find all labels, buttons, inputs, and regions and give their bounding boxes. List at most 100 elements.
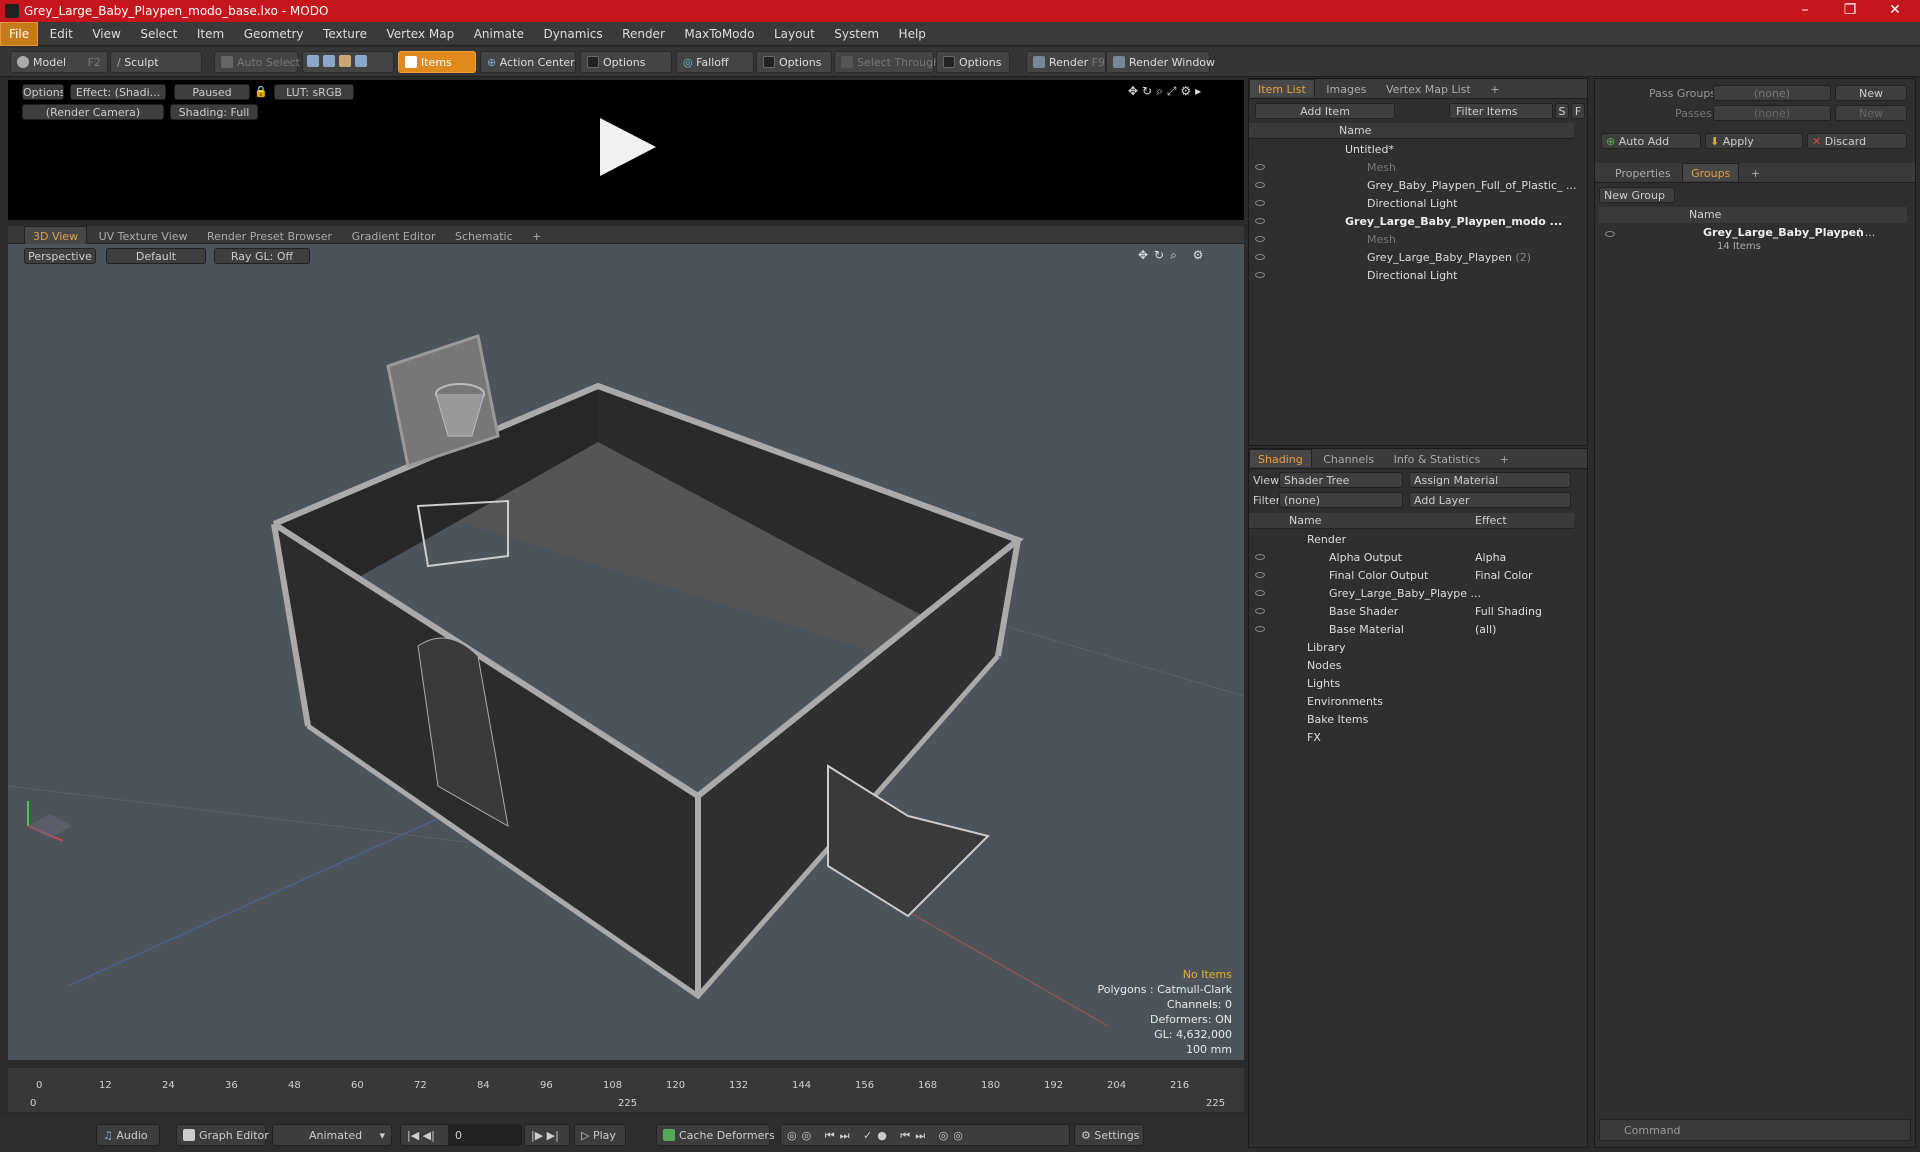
render-button[interactable]: Render F9	[1026, 51, 1106, 73]
eye-icon[interactable]	[1255, 236, 1265, 242]
shader-effect-value[interactable]: (all)	[1475, 623, 1496, 636]
add-tab-icon[interactable]: +	[1492, 450, 1517, 468]
tab-info-statistics[interactable]: Info & Statistics	[1386, 450, 1489, 468]
shader-effect-value[interactable]: Alpha	[1475, 551, 1506, 564]
eye-icon[interactable]	[1255, 254, 1265, 260]
item-list-row[interactable]: Directional Light	[1249, 195, 1574, 213]
item-list-row[interactable]: Grey_Large_Baby_Playpen (2)	[1249, 249, 1574, 267]
command-input[interactable]: Command	[1599, 1119, 1911, 1141]
tab-render-preset-browser[interactable]: Render Preset Browser	[199, 227, 340, 245]
eye-icon[interactable]	[1255, 626, 1265, 632]
preview-shading-dropdown[interactable]: Shading: Full	[170, 104, 258, 120]
eye-icon[interactable]	[1255, 590, 1265, 596]
shader-tree-row[interactable]: FX	[1249, 729, 1574, 747]
filter-f-button[interactable]: F	[1571, 103, 1585, 119]
shader-tree-row[interactable]: Grey_Large_Baby_Plaype ...	[1249, 585, 1574, 603]
settings-button[interactable]: ⚙ Settings	[1074, 1124, 1144, 1146]
shader-tree-row[interactable]: Nodes	[1249, 657, 1574, 675]
new-pass-group-button[interactable]: New	[1835, 85, 1907, 101]
select-through-button[interactable]: Select Through	[834, 51, 940, 73]
tab-channels[interactable]: Channels	[1315, 450, 1382, 468]
menu-edit[interactable]: Edit	[42, 23, 81, 47]
group-row[interactable]: Grey_Large_Baby_Playpen ( ... 14 Items	[1599, 225, 1907, 257]
eye-icon[interactable]	[1605, 231, 1615, 237]
materials-mode-icon[interactable]	[355, 55, 367, 67]
action-center-options-button[interactable]: Options	[580, 51, 672, 73]
menu-view[interactable]: View	[84, 23, 128, 47]
preview-effect-dropdown[interactable]: Effect: (Shadi...	[70, 84, 166, 100]
tab-properties[interactable]: Properties	[1607, 164, 1679, 182]
eye-icon[interactable]	[1255, 182, 1265, 188]
falloff-button[interactable]: ◎ Falloff	[676, 51, 754, 73]
add-layer-dropdown[interactable]: Add Layer	[1409, 492, 1571, 508]
item-list-row[interactable]: Grey_Large_Baby_Playpen_modo ...	[1249, 213, 1574, 231]
auto-select-button[interactable]: Auto Select	[214, 51, 300, 73]
play-icon[interactable]	[592, 112, 662, 182]
filter-dropdown[interactable]: (none)	[1279, 492, 1403, 508]
item-list-row[interactable]: Grey_Baby_Playpen_Full_of_Plastic_ ...	[1249, 177, 1577, 195]
items-mode-button[interactable]: Items	[398, 51, 476, 73]
add-tab-icon[interactable]: +	[524, 227, 549, 245]
tab-uv-texture-view[interactable]: UV Texture View	[91, 227, 196, 245]
eye-icon[interactable]	[1255, 164, 1265, 170]
tab-3d-view[interactable]: 3D View	[24, 226, 88, 244]
passes-dropdown[interactable]: (none)	[1713, 105, 1831, 121]
menu-geometry[interactable]: Geometry	[236, 23, 312, 47]
menu-dynamics[interactable]: Dynamics	[535, 23, 610, 47]
auto-add-button[interactable]: ⊕ Auto Add	[1601, 133, 1701, 149]
animated-dropdown[interactable]: Animated ▾	[272, 1124, 392, 1146]
menu-texture[interactable]: Texture	[315, 23, 375, 47]
cache-deformers-button[interactable]: Cache Deformers	[656, 1124, 775, 1146]
vertices-mode-icon[interactable]	[307, 55, 319, 67]
render-preview[interactable]: Options Effect: (Shadi... Paused 🔒 LUT: …	[8, 80, 1244, 220]
tab-groups[interactable]: Groups	[1682, 163, 1740, 181]
preview-nav-icons[interactable]: ✥↻⌕⤢⚙▸	[1128, 84, 1205, 99]
eye-icon[interactable]	[1255, 272, 1265, 278]
filter-s-button[interactable]: S	[1555, 103, 1569, 119]
viewport-nav-icons[interactable]: ✥↻⌕ ⚙	[1138, 248, 1209, 263]
assign-material-button[interactable]: Assign Material	[1409, 472, 1571, 488]
pass-groups-dropdown[interactable]: (none)	[1713, 85, 1831, 101]
close-button[interactable]: ✕	[1875, 2, 1915, 18]
new-pass-button[interactable]: New	[1835, 105, 1907, 121]
menu-file[interactable]: File	[0, 22, 39, 46]
perspective-dropdown[interactable]: Perspective	[24, 248, 96, 264]
shader-tree-row[interactable]: Library	[1249, 639, 1574, 657]
preview-paused-button[interactable]: Paused	[174, 84, 250, 100]
falloff-options-button[interactable]: Options	[756, 51, 832, 73]
shader-tree-row[interactable]: Lights	[1249, 675, 1574, 693]
action-center-button[interactable]: ⊕ Action Center	[480, 51, 576, 73]
tab-vertex-map-list[interactable]: Vertex Map List	[1378, 80, 1479, 98]
audio-button[interactable]: ♫ Audio	[96, 1124, 160, 1146]
menu-help[interactable]: Help	[891, 23, 934, 47]
new-group-button[interactable]: New Group	[1599, 187, 1675, 203]
menu-system[interactable]: System	[826, 23, 887, 47]
shader-tree-row[interactable]: Bake Items	[1249, 711, 1574, 729]
menu-animate[interactable]: Animate	[466, 23, 532, 47]
3d-viewport[interactable]	[8, 226, 1244, 1060]
shader-tree-row[interactable]: Alpha Output Alpha	[1249, 549, 1574, 567]
preview-options-button[interactable]: Options	[22, 84, 64, 100]
eye-icon[interactable]	[1255, 200, 1265, 206]
menu-vertex-map[interactable]: Vertex Map	[378, 23, 462, 47]
edges-mode-icon[interactable]	[323, 55, 335, 67]
tab-item-list[interactable]: Item List	[1249, 79, 1315, 97]
add-item-dropdown[interactable]: Add Item	[1255, 103, 1395, 119]
tab-shading[interactable]: Shading	[1249, 449, 1312, 467]
eye-icon[interactable]	[1255, 554, 1265, 560]
add-tab-icon[interactable]: +	[1743, 164, 1768, 182]
add-tab-icon[interactable]: +	[1482, 80, 1507, 98]
shader-effect-value[interactable]: Final Color	[1475, 569, 1533, 582]
item-list-row[interactable]: Mesh	[1249, 159, 1574, 177]
menu-item[interactable]: Item	[189, 23, 232, 47]
eye-icon[interactable]	[1255, 608, 1265, 614]
lut-dropdown[interactable]: LUT: sRGB	[274, 84, 354, 100]
shader-tree-row[interactable]: Environments	[1249, 693, 1574, 711]
tab-gradient-editor[interactable]: Gradient Editor	[344, 227, 444, 245]
eye-icon[interactable]	[1255, 572, 1265, 578]
render-window-button[interactable]: Render Window	[1106, 51, 1215, 73]
graph-editor-button[interactable]: Graph Editor	[176, 1124, 269, 1146]
timeline[interactable]: 0 12 24 36 48 60 72 84 96 108 120 132 144 156 168 180 19…	[8, 1068, 1244, 1112]
view-dropdown[interactable]: Shader Tree	[1279, 472, 1403, 488]
select-through-options-button[interactable]: Options	[936, 51, 1010, 73]
